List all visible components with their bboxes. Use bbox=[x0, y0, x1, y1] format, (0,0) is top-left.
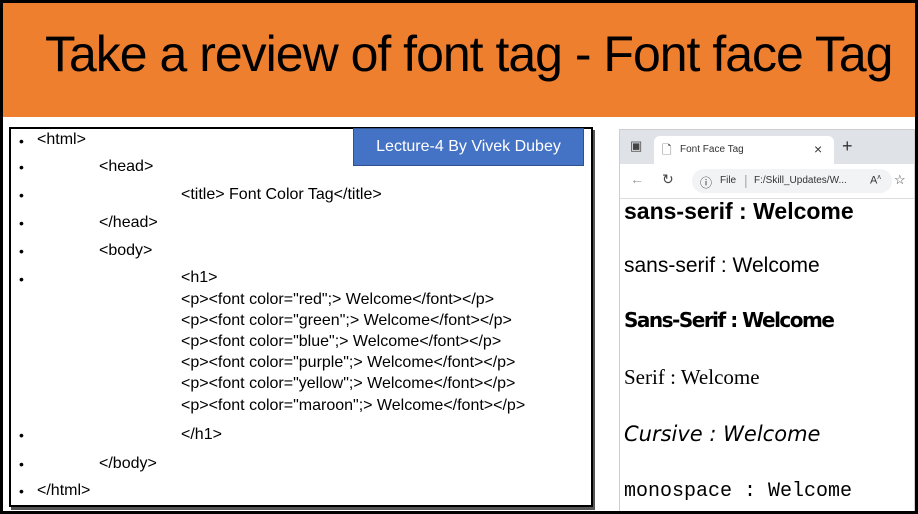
slide-title: Take a review of font tag - Font face Ta… bbox=[45, 26, 893, 82]
reload-icon[interactable]: ↻ bbox=[662, 171, 674, 188]
favorite-icon[interactable]: ☆ bbox=[894, 172, 906, 188]
demo-line-monospace: monospace : Welcome bbox=[624, 480, 853, 503]
url-field[interactable]: ⓘ File | F:/Skill_Updates/W... bbox=[692, 169, 892, 193]
code-line: <p><font color="green";> Welcome</font><… bbox=[181, 312, 512, 329]
slide: Take a review of font tag - Font face Ta… bbox=[0, 0, 918, 514]
code-line: </h1> bbox=[181, 426, 222, 443]
url-scheme-label: File bbox=[720, 175, 737, 186]
code-line: <p><font color="red";> Welcome</font></p… bbox=[181, 291, 495, 308]
browser-tab-bar: ▣ 🗋 Font Face Tag × + bbox=[620, 130, 914, 164]
code-line: <p><font color="yellow";> Welcome</font>… bbox=[181, 375, 516, 392]
code-line: <p><font color="purple";> Welcome</font>… bbox=[181, 354, 516, 371]
browser-tab[interactable]: 🗋 Font Face Tag × bbox=[654, 136, 834, 164]
code-line: <html> bbox=[37, 131, 86, 148]
title-banner: Take a review of font tag - Font face Ta… bbox=[3, 3, 915, 117]
lecture-badge: Lecture-4 By Vivek Dubey bbox=[353, 128, 584, 166]
info-icon: ⓘ bbox=[700, 176, 713, 190]
bullet: • bbox=[19, 159, 24, 175]
demo-line-sans: sans-serif : Welcome bbox=[624, 254, 820, 277]
code-line: </body> bbox=[99, 455, 157, 472]
code-line: <body> bbox=[99, 242, 153, 259]
code-line: <p><font color="maroon";> Welcome</font>… bbox=[181, 397, 526, 414]
window-icon[interactable]: ▣ bbox=[630, 138, 642, 154]
demo-line-cursive: Cursive : Welcome bbox=[624, 422, 821, 446]
code-line: <head> bbox=[99, 158, 154, 175]
close-tab-icon[interactable]: × bbox=[814, 141, 822, 157]
read-aloud-icon[interactable]: Aʌ bbox=[870, 174, 881, 187]
code-line: </head> bbox=[99, 214, 158, 231]
code-line: <title> Font Color Tag</title> bbox=[181, 186, 382, 203]
code-line: <h1> bbox=[181, 269, 218, 286]
code-line: <p><font color="blue";> Welcome</font></… bbox=[181, 333, 502, 350]
bullet: • bbox=[19, 483, 24, 499]
browser-screenshot: ▣ 🗋 Font Face Tag × + ← ↻ ⓘ File | F:/Sk… bbox=[619, 129, 915, 511]
page-icon: 🗋 bbox=[662, 143, 672, 157]
demo-line-serif: Serif : Welcome bbox=[624, 365, 760, 389]
bullet: • bbox=[19, 187, 24, 203]
code-listing-box: • <html> • <head> • <title> Font Color T… bbox=[9, 127, 593, 507]
bullet: • bbox=[19, 271, 24, 287]
bullet: • bbox=[19, 215, 24, 231]
address-bar: ← ↻ ⓘ File | F:/Skill_Updates/W... Aʌ ☆ bbox=[620, 164, 914, 199]
code-line: </html> bbox=[37, 482, 91, 499]
demo-line-sans-condensed: Sans-Serif : Welcome bbox=[624, 308, 835, 332]
url-path: F:/Skill_Updates/W... bbox=[754, 175, 847, 186]
bullet: • bbox=[19, 133, 24, 149]
demo-line-sans-bold: sans-serif : Welcome bbox=[624, 198, 854, 224]
tab-title: Font Face Tag bbox=[680, 144, 744, 155]
bullet: • bbox=[19, 456, 24, 472]
url-divider: | bbox=[744, 172, 748, 188]
back-icon[interactable]: ← bbox=[630, 171, 644, 187]
bullet: • bbox=[19, 243, 24, 259]
new-tab-button[interactable]: + bbox=[842, 136, 853, 157]
bullet: • bbox=[19, 427, 24, 443]
